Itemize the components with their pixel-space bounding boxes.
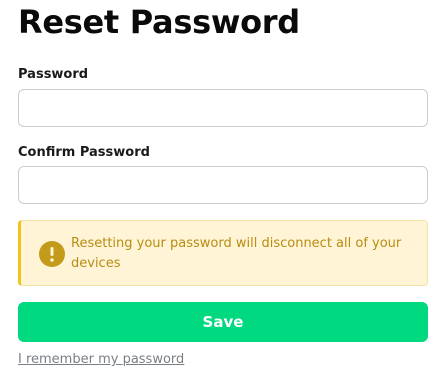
password-label: Password <box>18 67 89 82</box>
warning-alert: Resetting your password will disconnect … <box>18 220 428 286</box>
confirm-password-label: Confirm Password <box>18 145 150 160</box>
alert-message: Resetting your password will disconnect … <box>71 236 402 271</box>
password-input[interactable] <box>18 89 428 127</box>
page-title: Reset Password <box>18 3 300 41</box>
confirm-password-input[interactable] <box>18 166 428 204</box>
warning-circle-icon <box>39 241 65 267</box>
save-button[interactable]: Save <box>18 302 428 342</box>
remember-password-link[interactable]: I remember my password <box>18 352 184 368</box>
